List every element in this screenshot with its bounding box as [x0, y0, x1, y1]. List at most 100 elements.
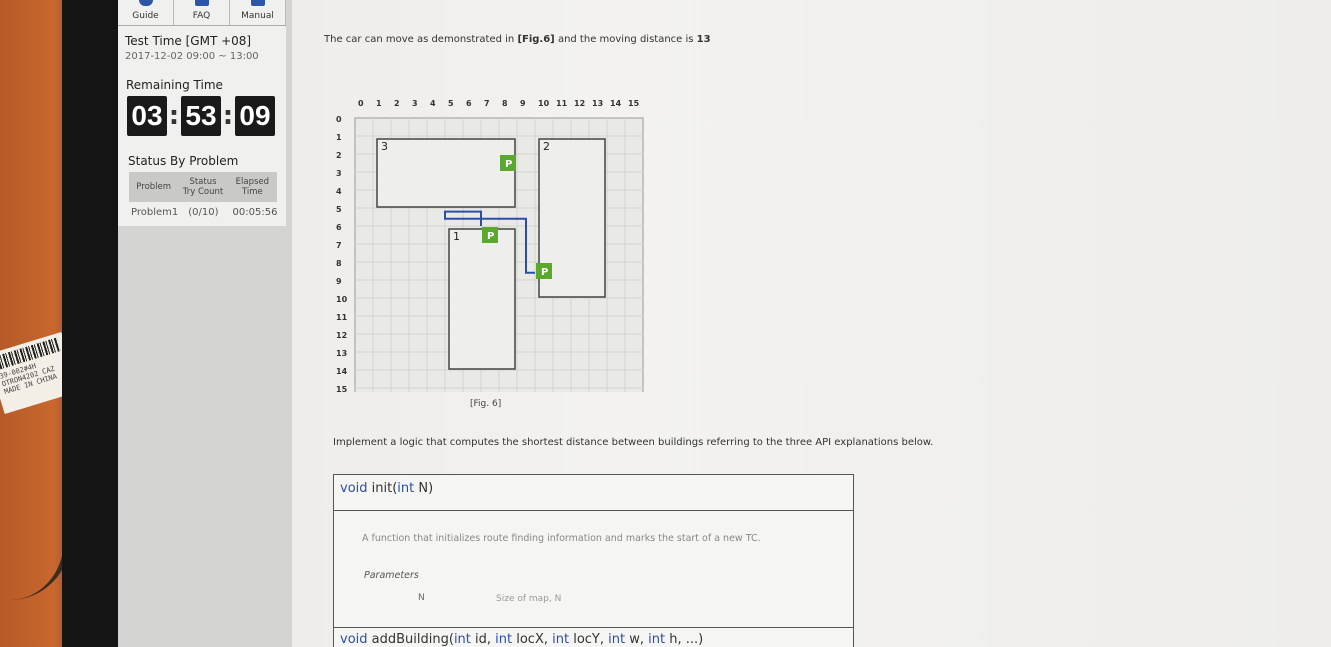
add-arg: locX,: [512, 632, 553, 647]
timer-seconds: 09: [235, 96, 275, 136]
faq-label: FAQ: [192, 11, 211, 21]
row-label: 9: [336, 277, 342, 286]
row-label: 13: [336, 349, 347, 358]
row-label: 0: [336, 115, 342, 124]
add-type: int: [453, 632, 471, 647]
col-label: 12: [574, 99, 585, 108]
add-return-type: void: [340, 632, 368, 647]
add-arg: w,: [625, 632, 649, 647]
col-elapsed-line1: Elapsed: [235, 177, 270, 187]
building-1: [448, 228, 516, 370]
top-nav: Guide FAQ Manual: [118, 0, 286, 26]
row-label: 12: [336, 331, 347, 340]
row-label: 5: [336, 205, 342, 214]
api-addbuilding-signature: void addBuilding(int id, int locX, int l…: [334, 627, 853, 647]
manual-button[interactable]: Manual: [230, 0, 286, 25]
init-param: N): [414, 481, 434, 496]
guide-button[interactable]: Guide: [118, 0, 174, 25]
parking-label: P: [505, 159, 512, 170]
figure-6: 0 1 2 3 4 5 6 7 8 9 10 11 12 13 14 15 0 1 2 3 4 5 6 7 8 9 10 11 12 13…: [330, 92, 650, 407]
row-label: 15: [336, 385, 348, 392]
init-param-type: int: [397, 481, 415, 496]
param-name: N: [418, 593, 425, 603]
intro-fig-ref: [Fig.6]: [517, 34, 555, 45]
parking-label: P: [541, 267, 548, 278]
init-return-type: void: [340, 481, 368, 496]
api-init-description: A function that initializes route findin…: [362, 533, 761, 544]
add-type: int: [608, 632, 626, 647]
col-status-line2: Try Count: [182, 187, 224, 197]
add-type: int: [648, 632, 666, 647]
problem-try-count: (0/10): [188, 207, 219, 218]
document-icon: [194, 0, 209, 6]
col-label: 6: [466, 99, 472, 108]
col-label: 11: [556, 99, 568, 108]
intro-text: The car can move as demonstrated in [Fig…: [324, 34, 711, 45]
building-label: 2: [543, 140, 550, 153]
row-label: 6: [336, 223, 342, 232]
param-description: Size of map, N: [496, 594, 562, 604]
figure-caption: [Fig. 6]: [470, 399, 502, 409]
col-elapsed: Elapsed Time: [228, 177, 277, 197]
col-label: 14: [610, 99, 622, 108]
parking-label: P: [487, 231, 494, 242]
status-table-header: Problem Status Try Count Elapsed Time: [129, 172, 277, 202]
countdown-timer: 03 : 53 : 09: [127, 96, 275, 136]
parameters-label: Parameters: [364, 570, 419, 581]
col-label: 3: [412, 99, 418, 108]
row-label: 8: [336, 259, 342, 268]
timer-separator: :: [222, 101, 234, 131]
add-arg: h, ...): [665, 632, 704, 647]
row-label: 11: [336, 313, 348, 322]
row-label: 4: [336, 187, 342, 196]
col-label: 13: [592, 99, 603, 108]
row-label: 10: [336, 295, 348, 304]
add-arg: locY,: [569, 632, 609, 647]
test-time-range: 2017-12-02 09:00 ~ 13:00: [125, 51, 259, 62]
api-table: void init(int N) A function that initial…: [333, 474, 854, 647]
timer-hours: 03: [127, 96, 167, 136]
col-label: 5: [448, 99, 454, 108]
timer-separator: :: [168, 101, 180, 131]
intro-post: and the moving distance is: [554, 34, 697, 45]
test-time-label: Test Time [GMT +08]: [125, 34, 252, 48]
row-label: 7: [336, 241, 342, 250]
col-status: Status Try Count: [178, 177, 227, 197]
book-icon: [250, 0, 265, 6]
row-label: 1: [336, 133, 342, 142]
row-label: 3: [336, 169, 342, 178]
problem-name: Problem1: [131, 207, 179, 218]
status-by-problem-title: Status By Problem: [128, 154, 239, 168]
intro-distance: 13: [696, 34, 711, 45]
col-label: 4: [430, 99, 436, 108]
col-label: 15: [628, 99, 640, 108]
row-label: 14: [336, 367, 348, 376]
add-name: addBuilding(: [367, 632, 454, 647]
col-label: 9: [520, 99, 526, 108]
col-problem: Problem: [136, 182, 172, 192]
col-label: 2: [394, 99, 400, 108]
problem-row[interactable]: Problem1 (0/10) 00:05:56: [131, 207, 277, 218]
api-init-signature: void init(int N): [334, 475, 853, 511]
init-name: init(: [367, 481, 398, 496]
add-arg: id,: [470, 632, 496, 647]
implement-instruction: Implement a logic that computes the shor…: [333, 437, 934, 448]
guide-label: Guide: [132, 11, 159, 21]
intro-pre: The car can move as demonstrated in: [324, 34, 518, 45]
building-label: 3: [381, 140, 388, 153]
col-label: 10: [538, 99, 550, 108]
col-status-line1: Status: [189, 177, 217, 187]
col-label: 7: [484, 99, 490, 108]
remaining-time-label: Remaining Time: [126, 78, 223, 92]
manual-label: Manual: [241, 11, 274, 21]
timer-minutes: 53: [181, 96, 221, 136]
col-label: 8: [502, 99, 508, 108]
building-label: 1: [453, 230, 460, 243]
faq-button[interactable]: FAQ: [174, 0, 230, 25]
problem-elapsed: 00:05:56: [232, 207, 278, 218]
add-type: int: [495, 632, 513, 647]
building-3: [376, 138, 516, 208]
col-elapsed-line2: Time: [241, 187, 263, 197]
add-type: int: [552, 632, 570, 647]
col-label: 0: [358, 99, 364, 108]
